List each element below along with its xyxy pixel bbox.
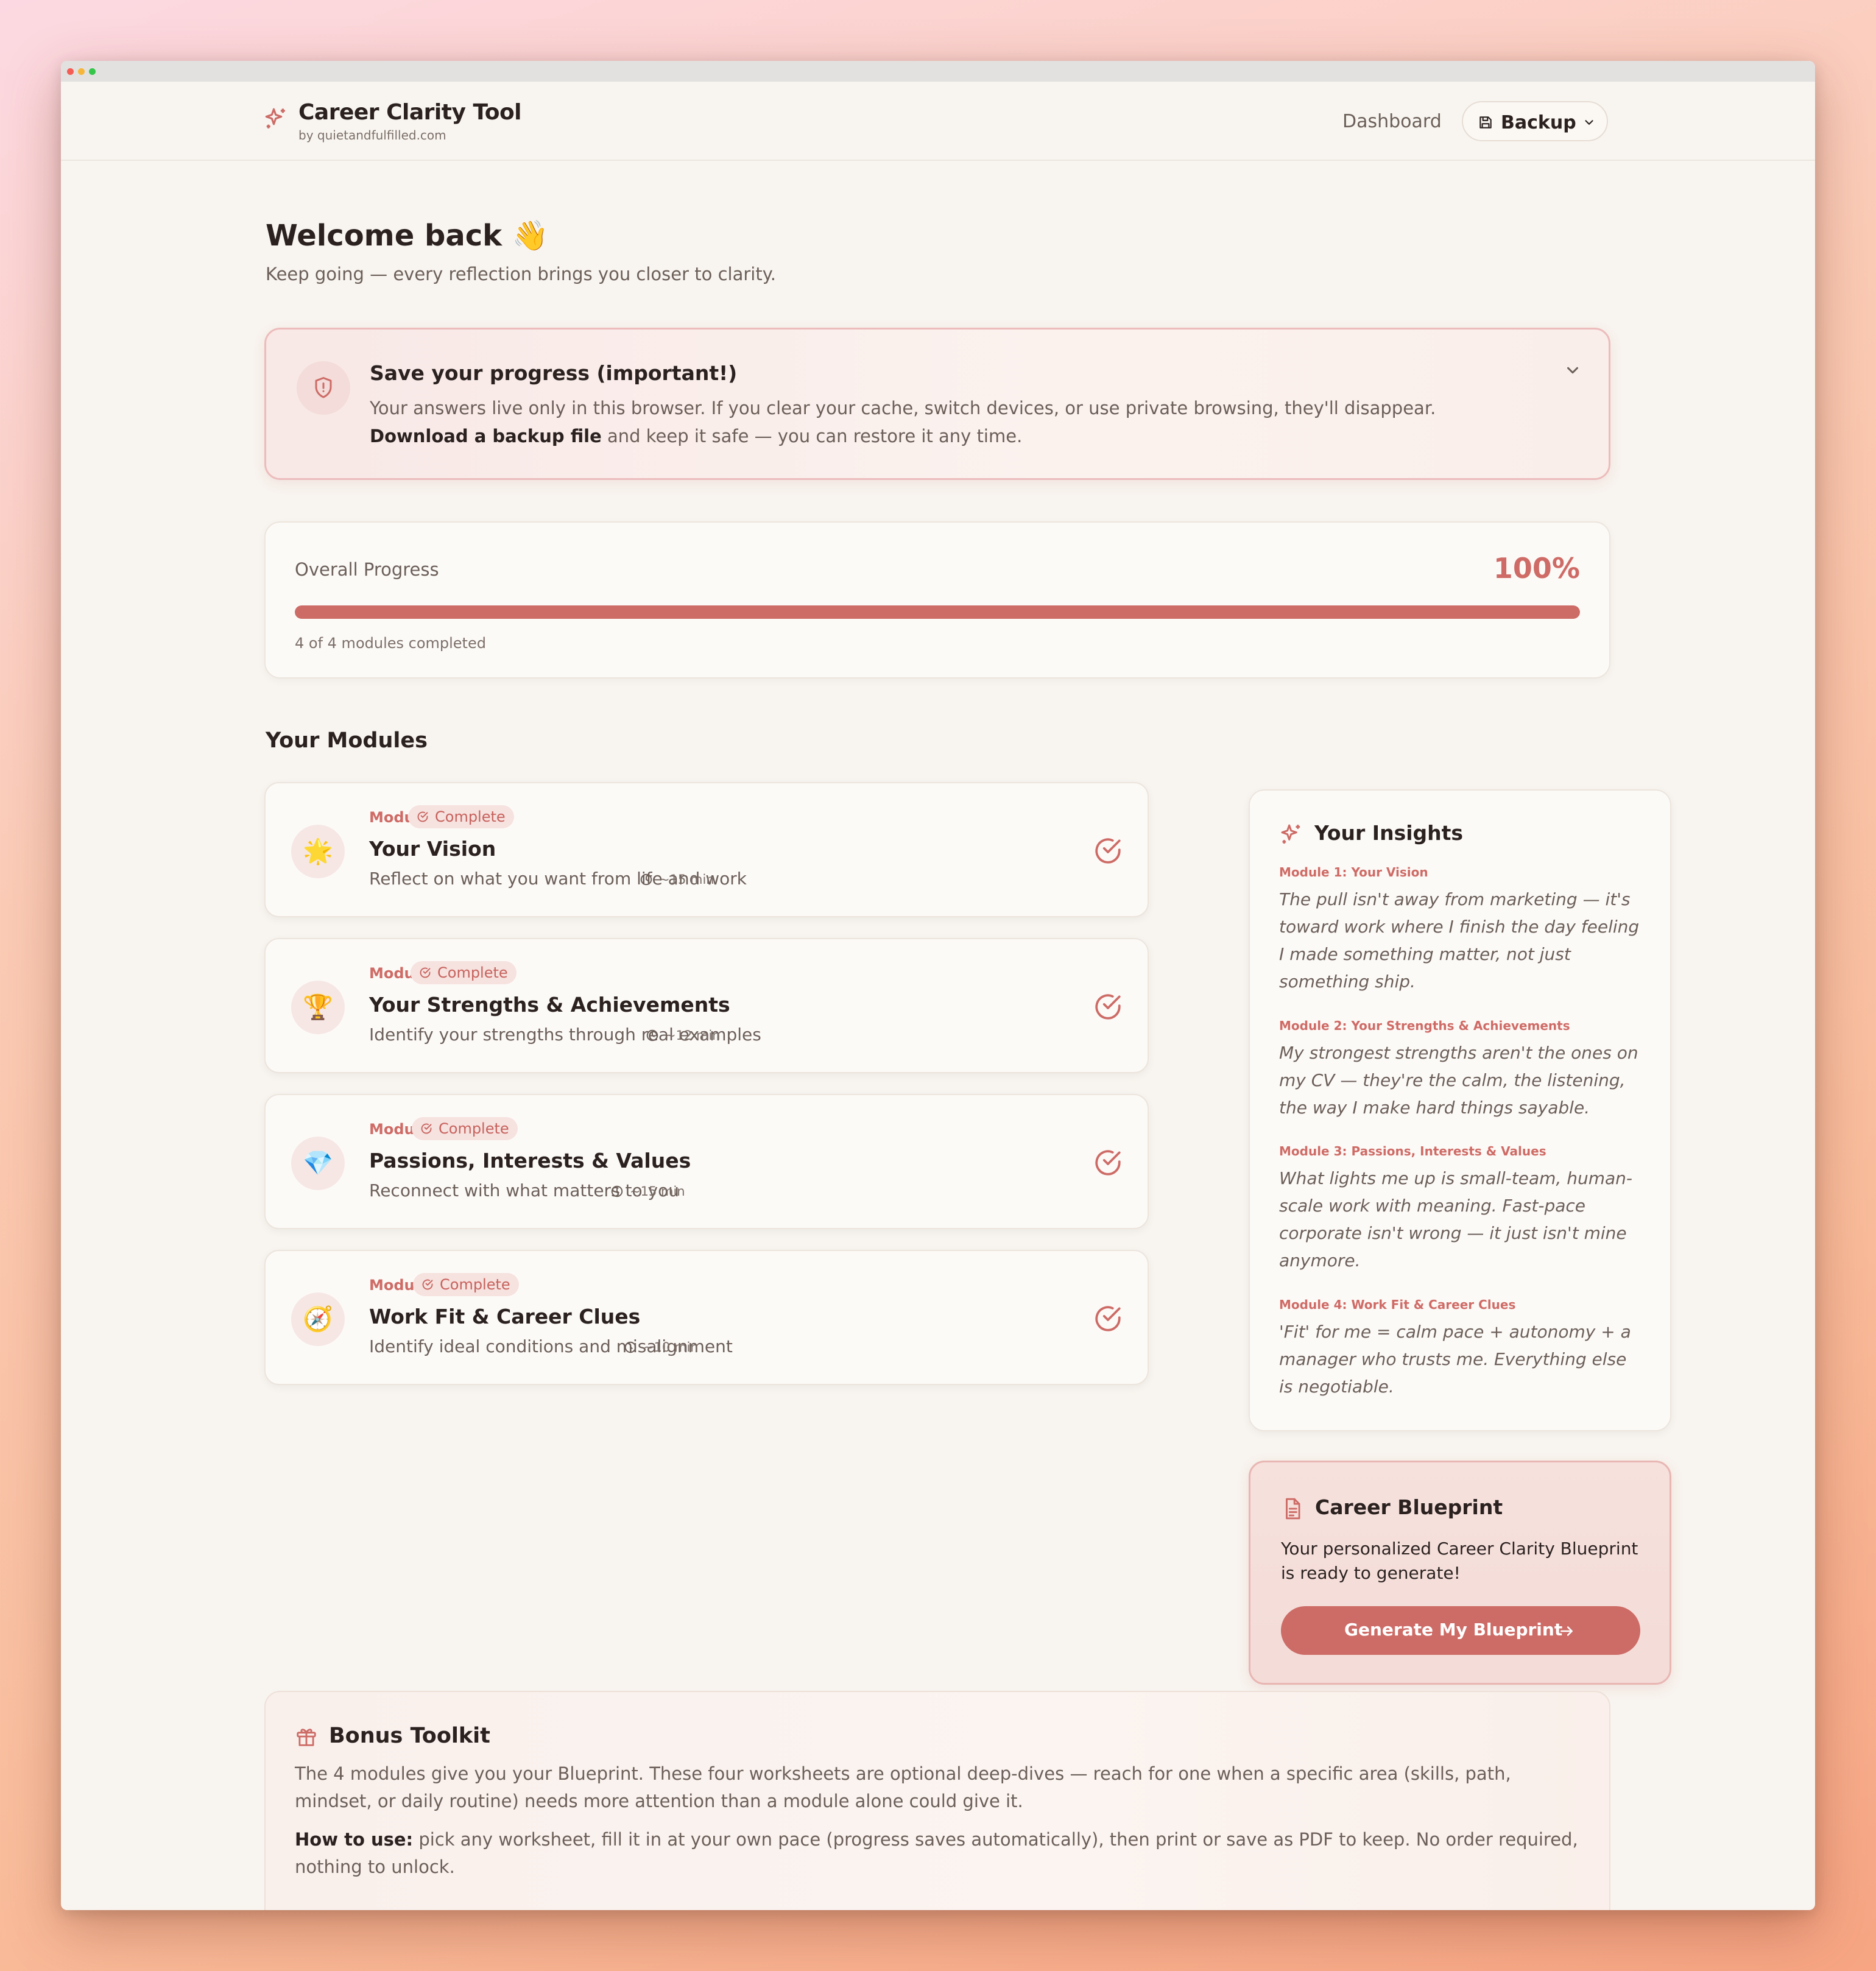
- bonus-how-text: pick any worksheet, fill it in at your o…: [295, 1829, 1578, 1877]
- module-emoji-icon: 💎: [291, 1137, 345, 1190]
- blueprint-title: Career Blueprint: [1315, 1495, 1503, 1519]
- module-duration: ~12 min: [646, 1028, 721, 1043]
- module-emoji-icon: 🌟: [291, 825, 345, 878]
- module-duration: ~15 min: [610, 1184, 685, 1199]
- progress-bar: [295, 605, 1580, 619]
- insight-quote: The pull isn't away from marketing — it'…: [1279, 889, 1640, 992]
- sparkles-icon: [265, 108, 285, 129]
- save-notice-text: Your answers live only in this browser. …: [370, 398, 1436, 418]
- blueprint-body: Your personalized Career Clarity Bluepri…: [1281, 1539, 1638, 1583]
- status-badge: Complete: [411, 961, 517, 984]
- module-emoji-icon: 🧭: [291, 1292, 345, 1346]
- career-blueprint-card: Career Blueprint Your personalized Caree…: [1249, 1461, 1671, 1685]
- bonus-toolkit-card: Bonus Toolkit The 4 modules give you you…: [264, 1691, 1610, 1910]
- insight-label: Module 2: Your Strengths & Achievements: [1279, 1018, 1570, 1033]
- module-duration: ~10 min: [624, 1340, 699, 1355]
- backup-label: Backup: [1501, 112, 1576, 133]
- completed-check-icon: [1093, 992, 1123, 1022]
- completed-check-icon: [1093, 1148, 1123, 1178]
- browser-window: Career Clarity Tool by quietandfulfilled…: [61, 61, 1815, 1910]
- bonus-title: Bonus Toolkit: [329, 1724, 490, 1748]
- module-duration-label: ~12 min: [665, 1028, 721, 1043]
- arrow-right-icon: [1560, 1626, 1573, 1636]
- insight-quote: What lights me up is small-team, human-s…: [1279, 1168, 1633, 1271]
- module-title: Passions, Interests & Values: [369, 1149, 691, 1172]
- module-card[interactable]: 🧭 Module 4 Complete Work Fit & Career Clues…: [264, 1250, 1149, 1385]
- module-emoji-icon: 🏆: [291, 981, 345, 1034]
- modules-heading: Your Modules: [266, 728, 428, 753]
- insights-card: Your Insights Module 1: Your Vision The …: [1249, 789, 1671, 1431]
- save-notice-icon-wrap: [297, 361, 350, 415]
- brand-subtitle: by quietandfulfilled.com: [298, 128, 446, 143]
- progress-label: Overall Progress: [295, 559, 439, 580]
- insight-label: Module 4: Work Fit & Career Clues: [1279, 1297, 1516, 1312]
- save-progress-notice[interactable]: Save your progress (important!) Your ans…: [264, 328, 1610, 480]
- bonus-body: The 4 modules give you your Blueprint. T…: [295, 1763, 1511, 1811]
- floppy-disk-icon: [1479, 116, 1492, 129]
- progress-percent: 100%: [1493, 552, 1580, 585]
- insights-title: Your Insights: [1314, 821, 1464, 845]
- module-card[interactable]: 🏆 Module 2 Complete Your Strengths & Achiev…: [264, 938, 1149, 1073]
- top-navbar: Career Clarity Tool by quietandfulfilled…: [61, 82, 1815, 161]
- insight-quote: 'Fit' for me = calm pace + autonomy + a …: [1279, 1322, 1631, 1397]
- status-badge-label: Complete: [439, 1120, 509, 1137]
- status-badge: Complete: [408, 805, 514, 828]
- sparkles-icon: [1281, 824, 1300, 844]
- progress-count: 4 of 4 modules completed: [295, 635, 486, 652]
- status-badge: Complete: [412, 1117, 518, 1140]
- progress-bar-fill: [295, 605, 1580, 619]
- overall-progress-card: Overall Progress 100% 4 of 4 modules com…: [264, 521, 1610, 679]
- document-icon: [1286, 1498, 1300, 1520]
- download-backup-link[interactable]: Download a backup file: [370, 426, 602, 446]
- completed-check-icon: [1093, 836, 1123, 866]
- dashboard-link[interactable]: Dashboard: [1342, 111, 1442, 132]
- page-subtitle: Keep going — every reflection brings you…: [266, 264, 776, 284]
- status-badge-label: Complete: [435, 808, 506, 825]
- save-notice-body: Your answers live only in this browser. …: [370, 394, 1515, 450]
- insight-label: Module 3: Passions, Interests & Values: [1279, 1144, 1546, 1158]
- backup-dropdown-button[interactable]: Backup: [1462, 101, 1608, 141]
- bonus-how-to-use: How to use: pick any worksheet, fill it …: [295, 1826, 1580, 1881]
- maximize-window-button[interactable]: [89, 68, 96, 75]
- generate-blueprint-button[interactable]: Generate My Blueprint: [1281, 1606, 1640, 1655]
- insight-item: Module 3: Passions, Interests & Values W…: [1279, 1144, 1645, 1274]
- shield-alert-icon: [315, 377, 332, 398]
- insight-item: Module 4: Work Fit & Career Clues 'Fit' …: [1279, 1297, 1645, 1400]
- minimize-window-button[interactable]: [78, 68, 85, 75]
- insight-label: Module 1: Your Vision: [1279, 865, 1428, 880]
- module-title: Your Vision: [369, 837, 496, 861]
- gift-icon: [297, 1729, 316, 1746]
- insight-item: Module 1: Your Vision The pull isn't awa…: [1279, 865, 1645, 995]
- module-card[interactable]: 🌟 Module 1 Complete Your Vision Reflect on w…: [264, 782, 1149, 917]
- close-window-button[interactable]: [67, 68, 74, 75]
- module-card[interactable]: 💎 Module 3 Complete Passions, Interests & V…: [264, 1094, 1149, 1229]
- module-title: Work Fit & Career Clues: [369, 1305, 641, 1328]
- generate-blueprint-label: Generate My Blueprint: [1344, 1620, 1563, 1640]
- insight-item: Module 2: Your Strengths & Achievements …: [1279, 1018, 1645, 1121]
- window-titlebar: [61, 61, 1815, 82]
- chevron-down-icon[interactable]: [1564, 361, 1582, 379]
- insight-quote: My strongest strengths aren't the ones o…: [1279, 1043, 1638, 1118]
- page-title: Welcome back 👋: [266, 219, 549, 253]
- status-badge-label: Complete: [437, 964, 508, 981]
- module-title: Your Strengths & Achievements: [369, 993, 730, 1017]
- save-notice-title: Save your progress (important!): [370, 361, 738, 385]
- status-badge: Complete: [413, 1273, 519, 1296]
- module-duration-label: ~15 min: [659, 872, 714, 887]
- module-duration-label: ~15 min: [630, 1184, 685, 1199]
- completed-check-icon: [1093, 1303, 1123, 1334]
- module-duration: ~15 min: [640, 872, 714, 887]
- module-duration-label: ~10 min: [643, 1340, 699, 1355]
- bonus-how-label: How to use:: [295, 1829, 414, 1850]
- brand-title: Career Clarity Tool: [298, 100, 522, 125]
- status-badge-label: Complete: [440, 1276, 510, 1293]
- chevron-down-icon: [1585, 120, 1593, 125]
- save-notice-text-end: and keep it safe — you can restore it an…: [601, 426, 1023, 446]
